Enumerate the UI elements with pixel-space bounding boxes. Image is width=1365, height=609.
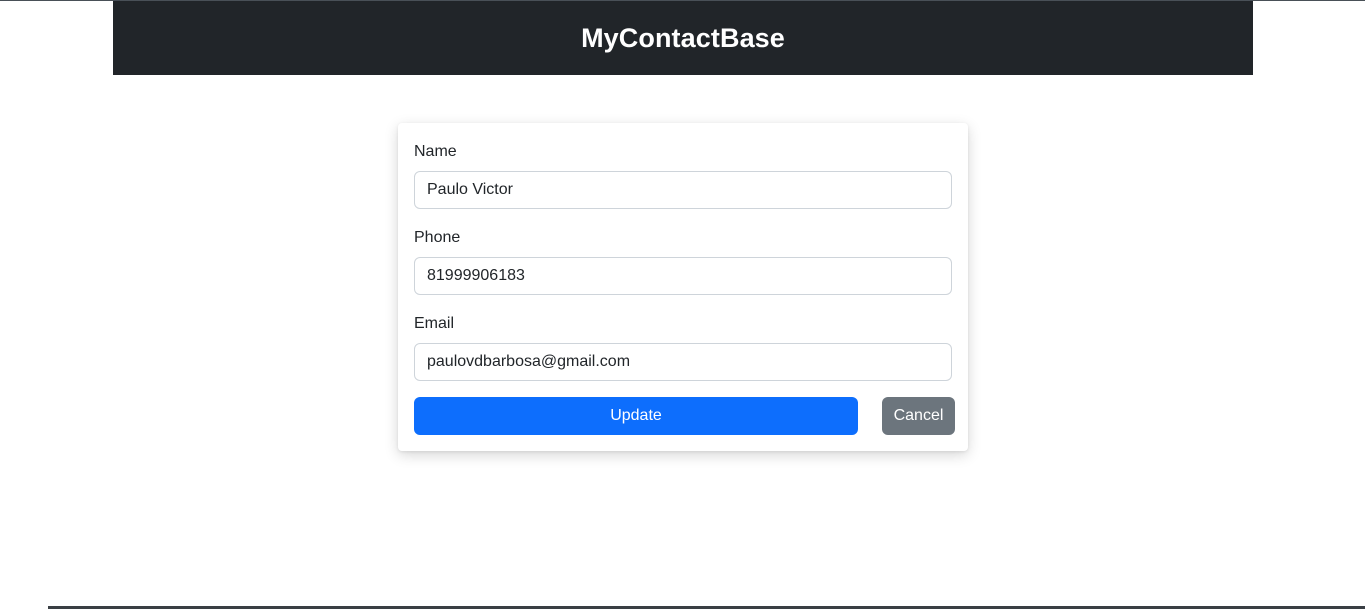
edit-contact-form: Name Phone Email Update Cancel (398, 123, 968, 451)
phone-label: Phone (414, 229, 461, 246)
app-header: MyContactBase (113, 1, 1253, 75)
phone-input[interactable] (414, 257, 952, 295)
email-input[interactable] (414, 343, 952, 381)
cancel-button[interactable]: Cancel (882, 397, 955, 435)
update-button[interactable]: Update (414, 397, 858, 435)
name-label: Name (414, 143, 457, 160)
app-title: MyContactBase (581, 22, 785, 53)
name-input[interactable] (414, 171, 952, 209)
email-label: Email (414, 315, 455, 332)
